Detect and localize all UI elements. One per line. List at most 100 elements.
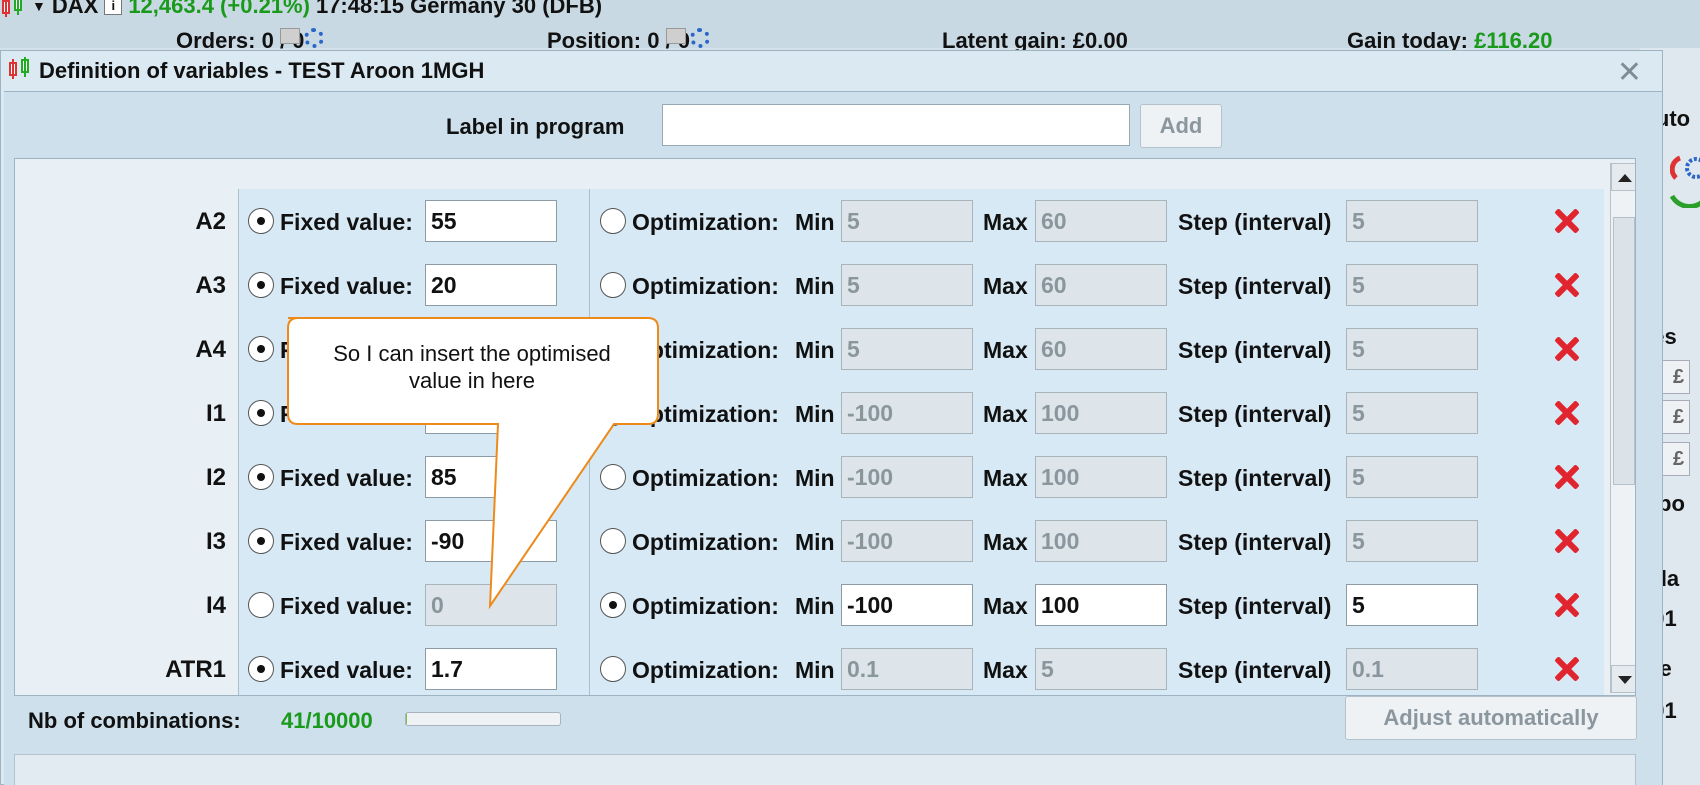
optimization-cell: Optimization: Min -100 Max 100 Step (interval… — [590, 445, 1604, 509]
variable-name: A3 — [195, 272, 226, 299]
close-icon[interactable]: ✕ — [1617, 55, 1642, 90]
fixed-value-radio[interactable] — [248, 656, 274, 682]
label-in-program: Label in program — [446, 114, 625, 139]
fixed-value-radio[interactable] — [248, 592, 274, 618]
fixed-value-label: Fixed value: — [280, 401, 413, 427]
label-input[interactable] — [662, 104, 1130, 146]
max-input[interactable]: 100 — [1035, 392, 1167, 434]
dialog-body: Label in program Add A2 Fixed value: 55 Opt… — [4, 91, 1662, 785]
min-input[interactable]: 5 — [841, 328, 973, 370]
bottom-bar: Nb of combinations: 41/10000 Adjust auto… — [4, 696, 1662, 744]
optimization-radio[interactable] — [600, 272, 626, 298]
optimization-cell: Optimization: Min 5 Max 60 Step (interval) 5 — [590, 189, 1604, 253]
delete-icon[interactable] — [1553, 400, 1579, 426]
optimization-radio[interactable] — [600, 592, 626, 618]
max-input[interactable]: 5 — [1035, 648, 1167, 690]
optimization-radio[interactable] — [600, 464, 626, 490]
max-input[interactable]: 100 — [1035, 584, 1167, 626]
optimization-label: Optimization: — [632, 337, 779, 363]
optimization-radio[interactable] — [600, 400, 626, 426]
min-input[interactable]: 0.1 — [841, 648, 973, 690]
max-input[interactable]: 60 — [1035, 328, 1167, 370]
fixed-value-input[interactable]: 20 — [425, 264, 557, 306]
nb-combinations-value: 41/10000 — [281, 708, 373, 733]
delete-icon[interactable] — [1553, 528, 1579, 554]
fixed-value-cell: Fixed value: 0 — [239, 573, 590, 637]
max-input[interactable]: 60 — [1035, 264, 1167, 306]
table-scrollbar[interactable] — [1610, 163, 1635, 693]
fixed-value-input[interactable]: 85 — [425, 456, 557, 498]
max-label: Max — [983, 529, 1028, 555]
scroll-up-icon[interactable] — [1611, 163, 1635, 191]
step-label: Step (interval) — [1178, 273, 1332, 299]
min-input[interactable]: -100 — [841, 392, 973, 434]
fixed-value-radio[interactable] — [248, 528, 274, 554]
mail-icon[interactable] — [665, 28, 686, 44]
max-input[interactable]: 60 — [1035, 200, 1167, 242]
min-input[interactable]: 5 — [841, 200, 973, 242]
max-input[interactable]: 100 — [1035, 520, 1167, 562]
gear-icon[interactable] — [304, 28, 325, 48]
variable-name: ATR1 — [165, 656, 226, 683]
optimization-radio[interactable] — [600, 208, 626, 234]
min-input[interactable]: 5 — [841, 264, 973, 306]
table-row: I1 Fixed value: Optimization: Min -100 Max 100… — [29, 381, 1604, 445]
step-input[interactable]: 5 — [1346, 520, 1478, 562]
step-input[interactable]: 5 — [1346, 456, 1478, 498]
adjust-automatically-button[interactable]: Adjust automatically — [1345, 696, 1637, 740]
optimization-radio[interactable] — [600, 336, 626, 362]
fixed-value-radio[interactable] — [248, 208, 274, 234]
delete-icon[interactable] — [1553, 336, 1579, 362]
min-input[interactable]: -100 — [841, 456, 973, 498]
delete-icon[interactable] — [1553, 272, 1579, 298]
step-label: Step (interval) — [1178, 401, 1332, 427]
delete-icon[interactable] — [1553, 656, 1579, 682]
fixed-value-radio[interactable] — [248, 336, 274, 362]
optimization-label: Optimization: — [632, 593, 779, 619]
delete-icon[interactable] — [1553, 464, 1579, 490]
scroll-down-icon[interactable] — [1611, 665, 1635, 693]
delete-icon[interactable] — [1553, 208, 1579, 234]
fixed-value-input[interactable] — [425, 392, 557, 434]
step-input[interactable]: 0.1 — [1346, 648, 1478, 690]
fixed-value-input[interactable]: 1.7 — [425, 648, 557, 690]
delete-icon[interactable] — [1553, 592, 1579, 618]
mail-icon[interactable] — [279, 28, 300, 44]
fixed-value-input[interactable]: -90 — [425, 520, 557, 562]
optimization-radio[interactable] — [600, 528, 626, 554]
fixed-value-input[interactable]: 0 — [425, 584, 557, 626]
auto-trading-icon[interactable] — [1669, 148, 1700, 210]
step-label: Step (interval) — [1178, 657, 1332, 683]
progress-fill — [406, 713, 407, 725]
fixed-value-cell: Fixed value: 20 — [239, 253, 590, 317]
max-input[interactable]: 100 — [1035, 456, 1167, 498]
info-icon[interactable]: i — [104, 0, 123, 15]
step-input[interactable]: 5 — [1346, 584, 1478, 626]
scroll-thumb[interactable] — [1613, 217, 1635, 485]
step-input[interactable]: 5 — [1346, 392, 1478, 434]
min-input[interactable]: -100 — [841, 520, 973, 562]
step-input[interactable]: 5 — [1346, 200, 1478, 242]
instrument-name[interactable]: DAX — [52, 0, 98, 19]
min-input[interactable]: -100 — [841, 584, 973, 626]
fixed-value-radio[interactable] — [248, 464, 274, 490]
fixed-value-input[interactable] — [425, 328, 557, 370]
fixed-value-label: Fixed value: — [280, 593, 413, 619]
footer-strip — [14, 754, 1636, 785]
step-input[interactable]: 5 — [1346, 264, 1478, 306]
fixed-value-input[interactable]: 55 — [425, 200, 557, 242]
dropdown-arrow-icon[interactable]: ▼ — [32, 0, 46, 14]
optimization-label: Optimization: — [632, 465, 779, 491]
max-label: Max — [983, 593, 1028, 619]
optimization-radio[interactable] — [600, 656, 626, 682]
dialog-title: Definition of variables - TEST Aroon 1MG… — [39, 58, 485, 83]
add-button[interactable]: Add — [1140, 104, 1222, 148]
max-label: Max — [983, 209, 1028, 235]
fixed-value-radio[interactable] — [248, 400, 274, 426]
variable-name-cell: A3 — [29, 253, 239, 317]
variable-name-cell: A2 — [29, 189, 239, 253]
gear-icon[interactable] — [690, 28, 711, 48]
step-label: Step (interval) — [1178, 337, 1332, 363]
fixed-value-radio[interactable] — [248, 272, 274, 298]
step-input[interactable]: 5 — [1346, 328, 1478, 370]
